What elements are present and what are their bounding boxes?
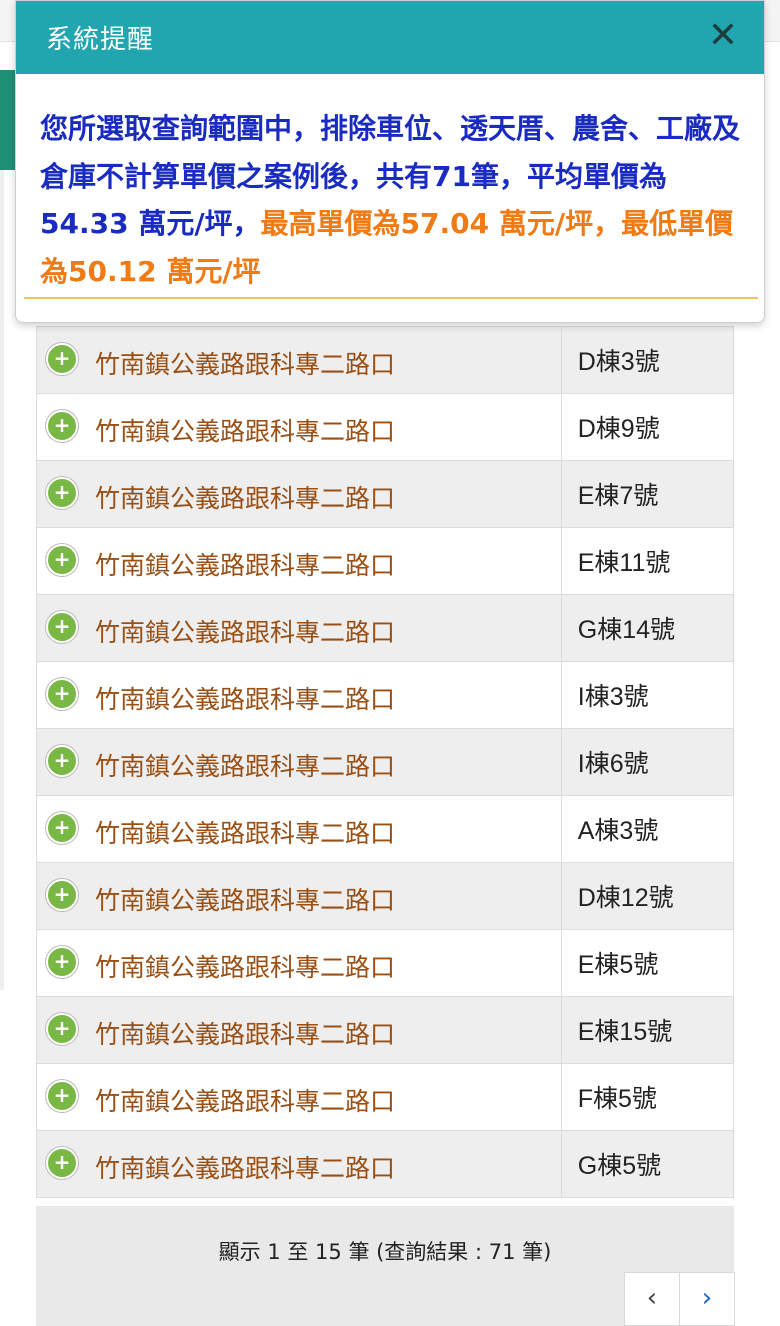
location-cell: + 竹南鎮公義路跟科專二路口 [36,326,562,394]
table-row[interactable]: + 竹南鎮公義路跟科專二路口 G棟14號 [36,594,735,662]
location-text[interactable]: 竹南鎮公義路跟科專二路口 [95,345,395,381]
modal-divider [24,297,758,299]
location-cell: + 竹南鎮公義路跟科專二路口 [36,862,562,930]
location-cell: + 竹南鎮公義路跟科專二路口 [36,929,562,997]
table-row[interactable]: + 竹南鎮公義路跟科專二路口 G棟5號 [36,1130,735,1198]
table-row[interactable]: + 竹南鎮公義路跟科專二路口 D棟12號 [36,862,735,930]
house-number-cell: I棟3號 [560,661,735,729]
location-cell: + 竹南鎮公義路跟科專二路口 [36,661,562,729]
previous-page-button[interactable]: ‹ [624,1272,680,1326]
location-cell: + 竹南鎮公義路跟科專二路口 [36,594,562,662]
expand-plus-icon[interactable]: + [46,1147,78,1179]
next-page-button[interactable]: › [679,1272,735,1326]
table-row[interactable]: + 竹南鎮公義路跟科專二路口 D棟9號 [36,393,735,461]
house-number-cell: E棟5號 [560,929,735,997]
system-alert-modal: 系統提醒 ✕ 您所選取查詢範圍中，排除車位、透天厝、農舍、工廠及倉庫不計算單價之… [15,0,765,323]
location-text[interactable]: 竹南鎮公義路跟科專二路口 [95,412,395,448]
house-number-cell: E棟15號 [560,996,735,1064]
chevron-left-icon: ‹ [646,1283,658,1313]
expand-plus-icon[interactable]: + [46,745,78,777]
modal-title: 系統提醒 [46,25,155,55]
house-number-cell: G棟5號 [560,1130,735,1198]
side-shade [0,170,4,990]
table-row[interactable]: + 竹南鎮公義路跟科專二路口 F棟5號 [36,1063,735,1131]
table-row[interactable]: + 竹南鎮公義路跟科專二路口 I棟3號 [36,661,735,729]
house-number-cell: F棟5號 [560,1063,735,1131]
location-text[interactable]: 竹南鎮公義路跟科專二路口 [95,613,395,649]
modal-message: 您所選取查詢範圍中，排除車位、透天厝、農舍、工廠及倉庫不計算單價之案例後，共有7… [40,105,752,295]
location-cell: + 竹南鎮公義路跟科專二路口 [36,527,562,595]
modal-header: 系統提醒 ✕ [16,1,764,74]
results-table: + 竹南鎮公義路跟科專二路口 D棟3號 + 竹南鎮公義路跟科專二路口 D棟9號 + 竹南鎮公義… [36,326,735,1198]
expand-plus-icon[interactable]: + [46,812,78,844]
expand-plus-icon[interactable]: + [46,611,78,643]
table-row[interactable]: + 竹南鎮公義路跟科專二路口 E棟11號 [36,527,735,595]
location-cell: + 竹南鎮公義路跟科專二路口 [36,1063,562,1131]
table-row[interactable]: + 竹南鎮公義路跟科專二路口 E棟5號 [36,929,735,997]
result-count-info: 顯示 1 至 15 筆 (查詢結果 : 71 筆) [218,1240,552,1264]
expand-plus-icon[interactable]: + [46,1013,78,1045]
expand-plus-icon[interactable]: + [46,946,78,978]
house-number-cell: D棟9號 [560,393,735,461]
house-number-cell: A棟3號 [560,795,735,863]
expand-plus-icon[interactable]: + [46,1080,78,1112]
expand-plus-icon[interactable]: + [46,879,78,911]
expand-plus-icon[interactable]: + [46,678,78,710]
location-cell: + 竹南鎮公義路跟科專二路口 [36,728,562,796]
location-text[interactable]: 竹南鎮公義路跟科專二路口 [95,546,395,582]
expand-plus-icon[interactable]: + [46,544,78,576]
location-text[interactable]: 竹南鎮公義路跟科專二路口 [95,1082,395,1118]
chevron-right-icon: › [701,1283,713,1313]
expand-plus-icon[interactable]: + [46,410,78,442]
location-text[interactable]: 竹南鎮公義路跟科專二路口 [95,881,395,917]
side-tab[interactable] [0,70,16,170]
table-row[interactable]: + 竹南鎮公義路跟科專二路口 I棟6號 [36,728,735,796]
pagination-footer: 顯示 1 至 15 筆 (查詢結果 : 71 筆) ‹ › [36,1206,735,1326]
expand-plus-icon[interactable]: + [46,343,78,375]
location-text[interactable]: 竹南鎮公義路跟科專二路口 [95,1015,395,1051]
location-text[interactable]: 竹南鎮公義路跟科專二路口 [95,814,395,850]
location-cell: + 竹南鎮公義路跟科專二路口 [36,460,562,528]
close-button[interactable]: ✕ [702,15,744,57]
location-text[interactable]: 竹南鎮公義路跟科專二路口 [95,1149,395,1185]
house-number-cell: E棟11號 [560,527,735,595]
location-cell: + 竹南鎮公義路跟科專二路口 [36,1130,562,1198]
house-number-cell: D棟3號 [560,326,735,394]
location-text[interactable]: 竹南鎮公義路跟科專二路口 [95,948,395,984]
location-cell: + 竹南鎮公義路跟科專二路口 [36,795,562,863]
close-icon: ✕ [707,15,739,56]
table-row[interactable]: + 竹南鎮公義路跟科專二路口 E棟15號 [36,996,735,1064]
expand-plus-icon[interactable]: + [46,477,78,509]
house-number-cell: I棟6號 [560,728,735,796]
location-cell: + 竹南鎮公義路跟科專二路口 [36,393,562,461]
table-row[interactable]: + 竹南鎮公義路跟科專二路口 E棟7號 [36,460,735,528]
location-text[interactable]: 竹南鎮公義路跟科專二路口 [95,680,395,716]
location-text[interactable]: 竹南鎮公義路跟科專二路口 [95,747,395,783]
location-text[interactable]: 竹南鎮公義路跟科專二路口 [95,479,395,515]
table-row[interactable]: + 竹南鎮公義路跟科專二路口 A棟3號 [36,795,735,863]
house-number-cell: G棟14號 [560,594,735,662]
location-cell: + 竹南鎮公義路跟科專二路口 [36,996,562,1064]
house-number-cell: D棟12號 [560,862,735,930]
house-number-cell: E棟7號 [560,460,735,528]
table-row[interactable]: + 竹南鎮公義路跟科專二路口 D棟3號 [36,326,735,394]
